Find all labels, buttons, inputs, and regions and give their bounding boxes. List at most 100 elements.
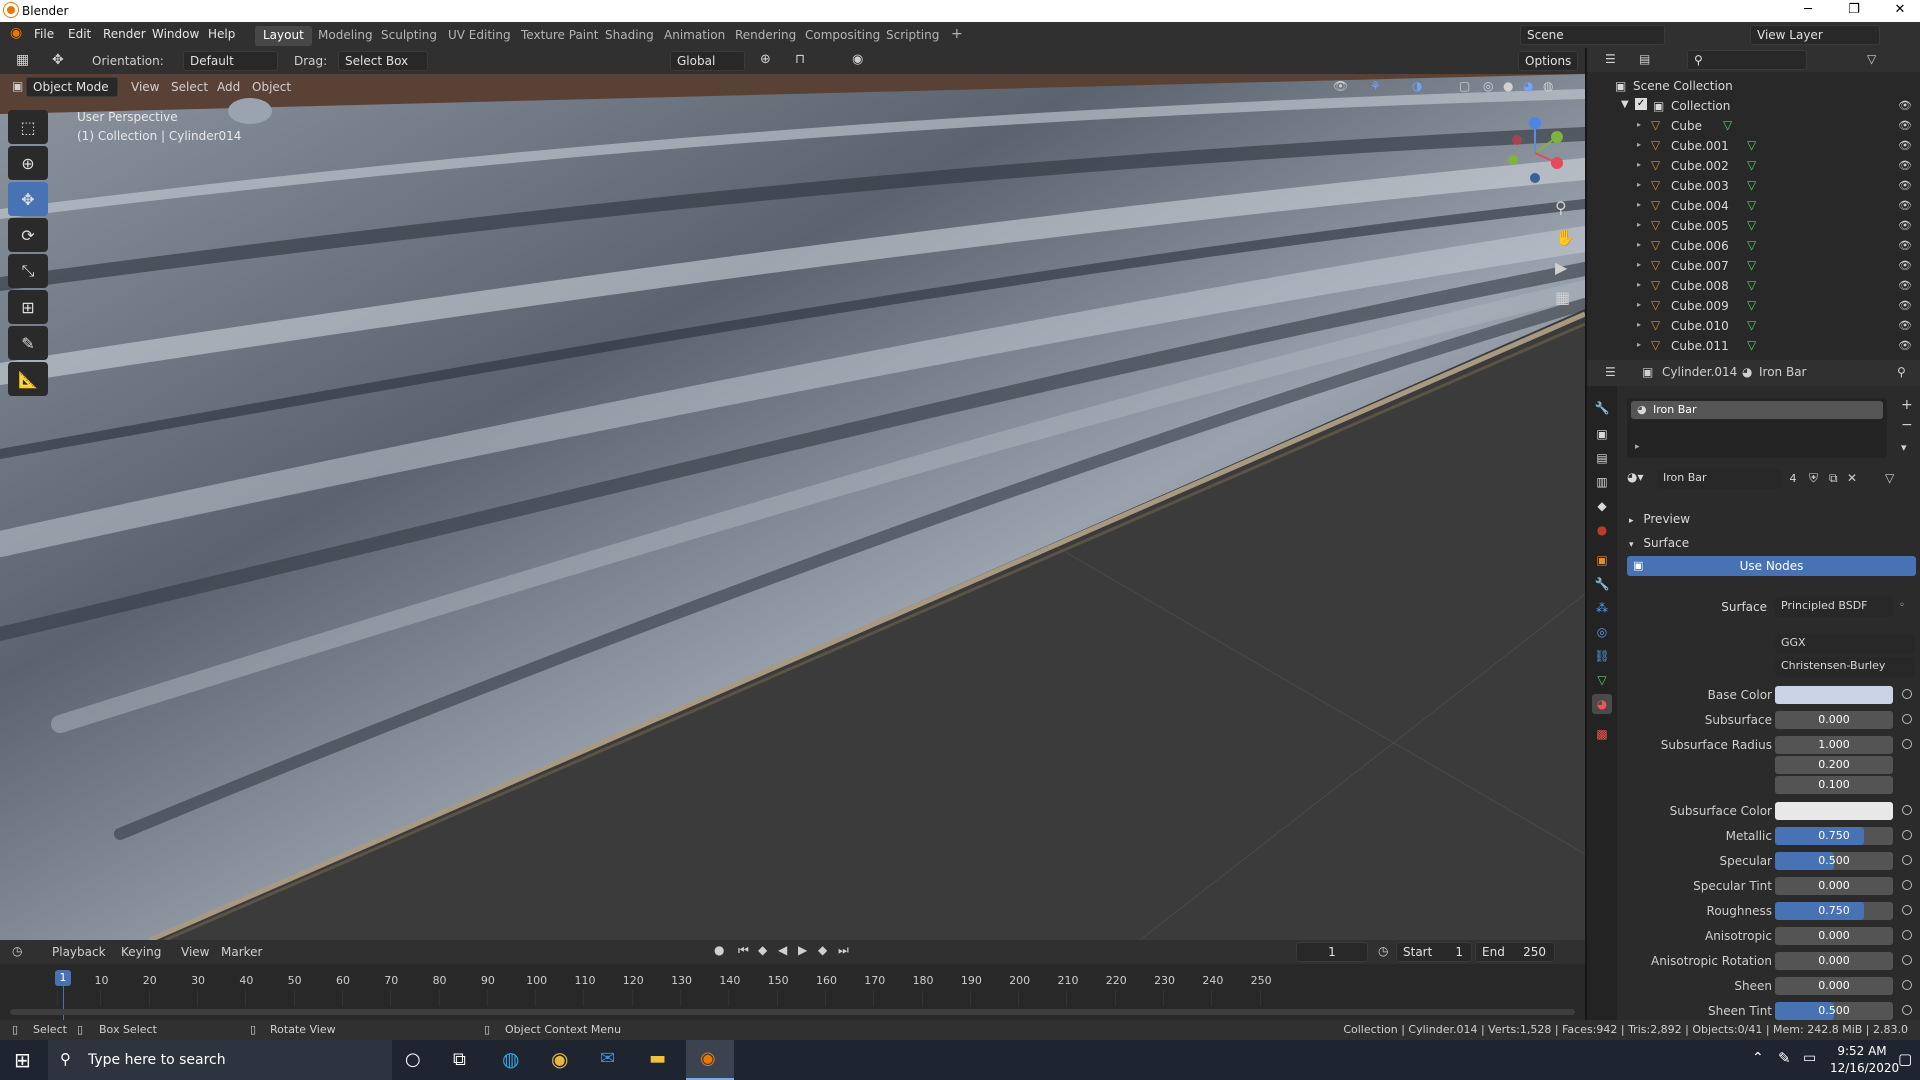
property-slider[interactable]: 0.000	[1775, 977, 1893, 995]
expand-arrow-icon[interactable]: ▸	[1637, 240, 1641, 249]
expand-arrow-icon[interactable]: ▸	[1637, 320, 1641, 329]
eye-icon[interactable]: 👁	[1898, 99, 1912, 112]
surface-shader-dropdown[interactable]: Principled BSDF	[1775, 597, 1893, 617]
tab-compositing[interactable]: Compositing	[797, 26, 888, 46]
add-slot-button[interactable]: +	[1901, 397, 1913, 413]
use-nodes-button[interactable]: ▣ Use Nodes	[1627, 556, 1916, 576]
socket-link-dot[interactable]	[1902, 714, 1912, 724]
properties-editor-icon[interactable]: ☰	[1605, 365, 1616, 379]
mesh-data-icon[interactable]: ▽	[1747, 318, 1756, 332]
zoom-icon[interactable]: ⚲	[1555, 198, 1567, 217]
jump-start-icon[interactable]: ⏮	[738, 943, 749, 958]
pan-hand-icon[interactable]: ✋	[1555, 228, 1575, 247]
orientation-dropdown[interactable]: Default	[183, 51, 278, 71]
property-row[interactable]: Subsurface 0.000	[1617, 710, 1920, 730]
stopwatch-icon[interactable]: ◷	[1378, 944, 1388, 958]
material-slot-list[interactable]: ◕ Iron Bar ▸	[1627, 398, 1887, 458]
property-slider[interactable]: 0.500	[1775, 1002, 1893, 1020]
property-slider[interactable]: 0.000	[1775, 711, 1893, 729]
tab-sculpting[interactable]: Sculpting	[373, 26, 445, 46]
property-slider[interactable]: 0.750	[1775, 902, 1893, 920]
outliner-item[interactable]: ▸ ▽ Cube.001 ▽ 👁	[1587, 136, 1920, 156]
blender-taskbar-button[interactable]: ◉	[686, 1040, 734, 1080]
scale-tool-icon[interactable]: ⤡	[8, 254, 48, 288]
scene-selector[interactable]: Scene	[1520, 25, 1665, 45]
expand-arrow-icon[interactable]: ▸	[1637, 160, 1641, 169]
mesh-data-icon[interactable]: ▽	[1747, 338, 1756, 352]
property-row[interactable]: Subsurface Radius 1.000	[1617, 735, 1920, 755]
property-slider[interactable]: 0.750	[1775, 827, 1893, 845]
socket-link-dot[interactable]	[1902, 955, 1912, 965]
outliner-item[interactable]: ▸ ▽ Cube.009 ▽ 👁	[1587, 296, 1920, 316]
viewport-menu-object[interactable]: Object	[252, 80, 291, 94]
mesh-data-icon[interactable]: ▽	[1747, 198, 1756, 212]
filter-icon[interactable]: ▽	[1867, 52, 1876, 66]
eye-icon[interactable]: 👁	[1898, 199, 1912, 212]
view-layer-tab-icon[interactable]: ▥	[1592, 472, 1612, 492]
fake-user-icon[interactable]: ⛨	[1809, 471, 1818, 486]
property-row[interactable]: Base Color	[1617, 685, 1920, 705]
pivot-icon[interactable]: ⊕	[760, 52, 771, 67]
eye-icon[interactable]: 👁	[1898, 339, 1912, 352]
material-tab-icon[interactable]: ◕	[1592, 694, 1612, 714]
modifier-tab-icon[interactable]: 🔧	[1592, 574, 1612, 594]
next-key-icon[interactable]: ◆	[818, 943, 827, 957]
property-slider[interactable]: 1.000	[1775, 736, 1893, 754]
tab-animation[interactable]: Animation	[656, 26, 733, 46]
property-slider[interactable]: 0.000	[1775, 877, 1893, 895]
outliner-item[interactable]: ▸ ▽ Cube.002 ▽ 👁	[1587, 156, 1920, 176]
file-explorer-icon[interactable]: ▬	[649, 1048, 666, 1069]
eye-icon[interactable]: 👁	[1898, 119, 1912, 132]
mesh-data-icon[interactable]: ▽	[1747, 218, 1756, 232]
subsurface-method-dropdown[interactable]: Christensen-Burley	[1775, 657, 1915, 677]
expand-arrow-icon[interactable]: ▸	[1637, 340, 1641, 349]
mail-icon[interactable]: ✉	[600, 1048, 615, 1069]
eye-icon[interactable]: 👁	[1898, 299, 1912, 312]
expand-arrow-icon[interactable]: ▸	[1637, 120, 1641, 129]
proportional-edit-icon[interactable]: ◉	[852, 52, 863, 67]
expand-arrow-icon[interactable]: ▸	[1637, 280, 1641, 289]
outliner-item[interactable]: ▸ ▽ Cube.011 ▽ 👁	[1587, 336, 1920, 356]
eye-icon[interactable]: 👁	[1898, 259, 1912, 272]
tab-scripting[interactable]: Scripting	[878, 26, 947, 46]
eye-icon[interactable]: 👁	[1898, 179, 1912, 192]
material-browse-icon[interactable]: ◕▾	[1627, 470, 1655, 488]
texture-tab-icon[interactable]: ▩	[1592, 724, 1612, 744]
outliner-item[interactable]: ▸ ▽ Cube.006 ▽ 👁	[1587, 236, 1920, 256]
pen-icon[interactable]: ✎	[1778, 1049, 1791, 1067]
menu-render[interactable]: Render	[103, 27, 146, 41]
material-name-field[interactable]: Iron Bar	[1657, 469, 1782, 489]
editor-type-icon[interactable]: ▦	[16, 52, 29, 68]
render-tab-icon[interactable]: ▣	[1592, 424, 1612, 444]
property-row[interactable]: 0.100	[1617, 775, 1920, 795]
rotate-tool-icon[interactable]: ⟳	[8, 218, 48, 252]
record-icon[interactable]: ●	[714, 943, 724, 957]
viewport-menu-view[interactable]: View	[131, 80, 159, 94]
property-row[interactable]: Sheen Tint 0.500	[1617, 1001, 1920, 1021]
solid-shading-icon[interactable]: ●	[1503, 79, 1513, 93]
property-slider[interactable]: 0.100	[1775, 776, 1893, 794]
minimize-button[interactable]: ─	[1785, 0, 1831, 22]
outliner-item[interactable]: ▸ ▽ Cube.007 ▽ 👁	[1587, 256, 1920, 276]
end-frame-field[interactable]: End 250	[1475, 942, 1555, 962]
socket-link-dot[interactable]	[1902, 880, 1912, 890]
timeline-editor-icon[interactable]: ◷	[12, 944, 22, 958]
play-reverse-icon[interactable]: ◀	[778, 943, 787, 957]
surface-panel-header[interactable]: ▾ Surface	[1629, 536, 1689, 550]
node-filter-icon[interactable]: ▽	[1885, 471, 1894, 485]
clock-time[interactable]: 9:52 AM	[1830, 1044, 1894, 1058]
add-workspace-button[interactable]: +	[943, 24, 971, 44]
rendered-shading-icon[interactable]: ◍	[1543, 79, 1553, 93]
surface-link-dot[interactable]: ◦	[1899, 600, 1905, 611]
color-swatch[interactable]	[1775, 802, 1893, 820]
navigation-gizmo[interactable]	[1495, 115, 1575, 190]
expand-arrow-icon[interactable]: ▸	[1637, 200, 1641, 209]
ortho-grid-icon[interactable]: ▦	[1555, 288, 1570, 307]
timeline-menu-keying[interactable]: Keying	[121, 945, 161, 959]
eye-icon[interactable]: 👁	[1898, 239, 1912, 252]
unlink-material-icon[interactable]: ✕	[1847, 471, 1857, 485]
snap-icon[interactable]: ⊓	[795, 52, 805, 67]
wireframe-shading-icon[interactable]: ◎	[1483, 79, 1493, 93]
timeline-menu-playback[interactable]: Playback	[52, 945, 106, 959]
tray-chevron-icon[interactable]: ⌃	[1752, 1050, 1764, 1066]
